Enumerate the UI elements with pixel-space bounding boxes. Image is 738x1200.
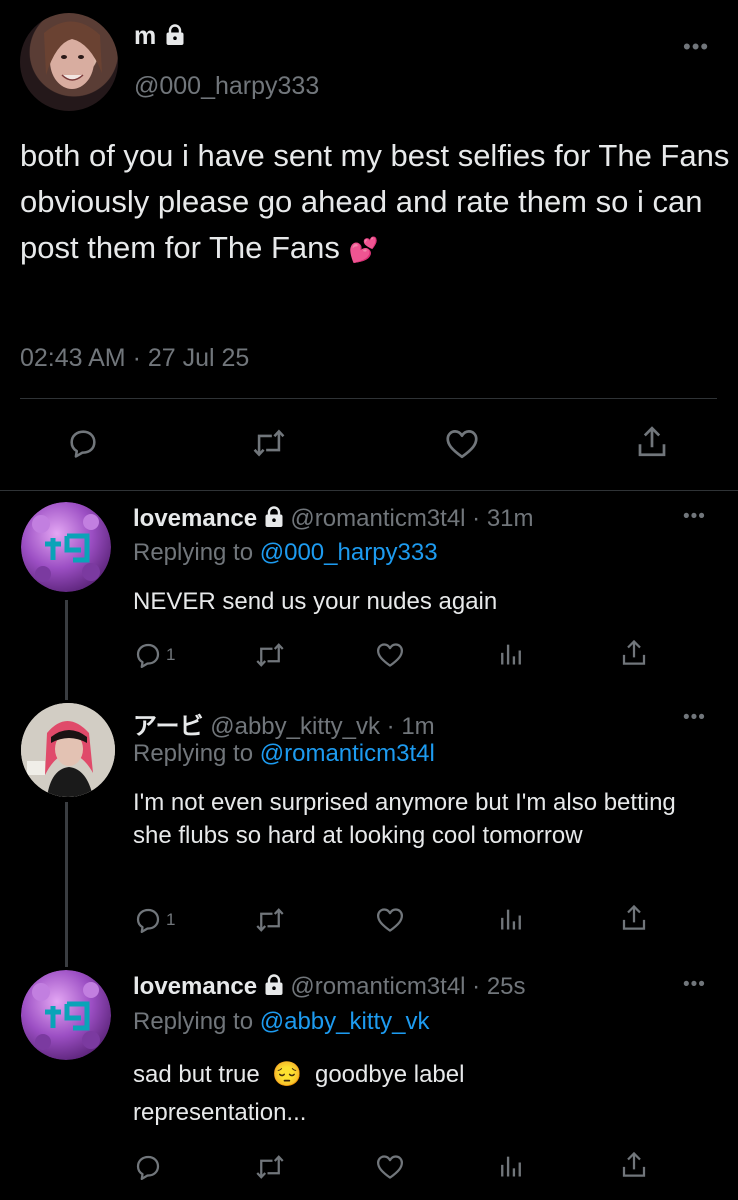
reply-icon: [133, 1152, 163, 1182]
reply-handle-time[interactable]: @abby_kitty_vk · 1m: [210, 713, 434, 740]
author-handle[interactable]: @000_harpy333: [134, 72, 319, 101]
reply-text-part: sad but true: [133, 1061, 260, 1088]
reply-button[interactable]: 1: [133, 905, 175, 935]
like-button[interactable]: [375, 905, 405, 935]
like-button[interactable]: [444, 426, 480, 462]
thread-line: [65, 802, 68, 967]
author-name-row: m: [134, 22, 185, 51]
replying-to: Replying to @abby_kitty_vk: [133, 1008, 430, 1036]
reply-button[interactable]: 1: [133, 640, 175, 670]
more-icon[interactable]: •••: [683, 506, 706, 528]
tweet-text: both of you i have sent my best selfies …: [20, 133, 735, 274]
like-icon: [444, 426, 480, 462]
reply-button[interactable]: [66, 426, 100, 460]
reply-avatar[interactable]: [21, 703, 115, 797]
reply-text: NEVER send us your nudes again: [133, 588, 498, 615]
author-avatar[interactable]: [20, 13, 118, 111]
reply-avatar[interactable]: [21, 970, 111, 1060]
reply-header: lovemance @romanticm3t4l · 25s: [133, 973, 526, 1001]
reply-handle-time[interactable]: @romanticm3t4l · 25s: [290, 973, 525, 1000]
like-button[interactable]: [375, 1152, 405, 1182]
share-icon: [619, 1150, 649, 1180]
replying-to-handle[interactable]: @000_harpy333: [260, 539, 438, 566]
retweet-button[interactable]: [255, 905, 285, 935]
band-logo-image: [21, 502, 111, 592]
reply-display-name[interactable]: lovemance: [133, 973, 257, 1000]
more-icon[interactable]: •••: [683, 707, 706, 729]
share-icon: [619, 638, 649, 668]
pensive-face-emoji: 😔: [272, 1061, 303, 1088]
reply-text: I'm not even surprised anymore but I'm a…: [133, 789, 676, 849]
replying-to-label: Replying to: [133, 740, 254, 767]
retweet-icon: [252, 426, 286, 460]
like-icon: [375, 1152, 405, 1182]
replying-to: Replying to @romanticm3t4l: [133, 740, 435, 768]
like-button[interactable]: [375, 640, 405, 670]
analytics-icon: [497, 640, 525, 668]
lock-icon: [264, 974, 284, 996]
reply-display-name[interactable]: アービ: [133, 713, 204, 740]
retweet-button[interactable]: [255, 640, 285, 670]
like-icon: [375, 905, 405, 935]
author-display-name[interactable]: m: [134, 22, 156, 50]
reply-icon: [133, 905, 163, 935]
reply-button[interactable]: [133, 1152, 166, 1182]
reply-header: アービ @abby_kitty_vk · 1m: [133, 706, 435, 741]
analytics-button[interactable]: [497, 905, 525, 933]
sparkling-heart-emoji: 💕: [348, 237, 379, 264]
reply-avatar[interactable]: [21, 502, 111, 592]
share-icon: [619, 903, 649, 933]
share-button[interactable]: [619, 903, 649, 933]
reply-text: sad but true 😔 goodbye label representat…: [133, 1056, 633, 1132]
analytics-button[interactable]: [497, 640, 525, 668]
divider: [20, 398, 717, 399]
reply-count: 1: [166, 645, 176, 664]
reply-icon: [66, 426, 100, 460]
author-avatar-image: [44, 21, 102, 89]
band-logo-image: [21, 970, 111, 1060]
tweet-timestamp[interactable]: 02:43 AM · 27 Jul 25: [20, 344, 249, 373]
retweet-icon: [255, 640, 285, 670]
user-photo-image: [21, 703, 115, 797]
thread-line: [65, 600, 68, 700]
share-button[interactable]: [634, 424, 670, 460]
retweet-button[interactable]: [255, 1152, 285, 1182]
lock-icon: [165, 24, 185, 46]
replying-to: Replying to @000_harpy333: [133, 539, 438, 567]
share-icon: [634, 424, 670, 460]
replying-to-label: Replying to: [133, 1008, 254, 1035]
share-button[interactable]: [619, 638, 649, 668]
reply-header: lovemance @romanticm3t4l · 31m: [133, 505, 534, 533]
more-icon[interactable]: •••: [683, 34, 709, 60]
divider: [0, 490, 738, 491]
replying-to-handle[interactable]: @abby_kitty_vk: [260, 1008, 430, 1035]
lock-icon: [264, 506, 284, 528]
retweet-icon: [255, 1152, 285, 1182]
reply-count: 1: [166, 910, 176, 929]
retweet-button[interactable]: [252, 426, 286, 460]
like-icon: [375, 640, 405, 670]
replying-to-label: Replying to: [133, 539, 254, 566]
reply-icon: [133, 640, 163, 670]
reply-display-name[interactable]: lovemance: [133, 505, 257, 532]
share-button[interactable]: [619, 1150, 649, 1180]
analytics-button[interactable]: [497, 1152, 525, 1180]
reply-handle-time[interactable]: @romanticm3t4l · 31m: [290, 505, 533, 532]
more-icon[interactable]: •••: [683, 974, 706, 996]
retweet-icon: [255, 905, 285, 935]
analytics-icon: [497, 905, 525, 933]
analytics-icon: [497, 1152, 525, 1180]
replying-to-handle[interactable]: @romanticm3t4l: [260, 740, 435, 767]
